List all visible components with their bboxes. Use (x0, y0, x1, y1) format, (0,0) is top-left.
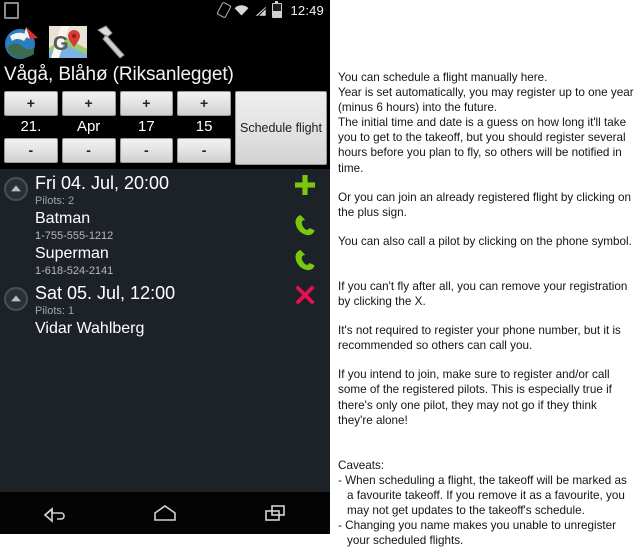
flight-group-header[interactable]: Sat 05. Jul, 12:00 Pilots: 1 (0, 279, 330, 319)
status-bar-clock: 12:49 (290, 2, 324, 18)
note-paragraph-schedule: You can schedule a flight manually here.… (338, 71, 634, 175)
pilot-name: Superman (35, 245, 109, 262)
caveat-item: - When scheduling a flight, the takeoff … (338, 473, 627, 517)
minute-stepper: + 15 - (177, 91, 231, 163)
pilot-phone: 1-618-524-2141 (35, 265, 114, 277)
call-icon[interactable] (292, 247, 318, 273)
datetime-steppers: + 21. - + Apr - + 17 - + 15 - (4, 91, 231, 163)
description-panel: You can schedule a flight manually here.… (330, 0, 640, 547)
pilot-row[interactable]: Batman 1-755-555-1212 (0, 209, 330, 244)
status-bar-left (4, 1, 19, 19)
home-icon[interactable] (142, 497, 188, 529)
minute-value: 15 (195, 118, 213, 135)
collapse-toggle-icon[interactable] (4, 177, 28, 201)
month-stepper: + Apr - (61, 91, 116, 163)
note-paragraph-phone-optional: It's not required to register your phone… (338, 324, 621, 353)
android-nav-bar (0, 491, 330, 534)
hammer-tools-icon[interactable] (92, 22, 134, 62)
note-paragraph-join: Or you can join an already registered fl… (338, 190, 631, 219)
paraglider-globe-icon[interactable] (2, 22, 44, 62)
status-bar: 12:49 (0, 0, 330, 20)
add-me-icon[interactable] (292, 172, 318, 198)
takeoff-title: Vågå, Blåhø (Riksanlegget) (4, 64, 234, 85)
schedule-controls: + 21. - + Apr - + 17 - + 15 - Schedule f… (0, 89, 330, 169)
rotation-lock-icon (216, 1, 233, 19)
pilot-name: Batman (35, 210, 91, 227)
hour-stepper: + 17 - (119, 91, 174, 163)
flight-group-text: Fri 04. Jul, 20:00 Pilots: 2 (35, 173, 169, 208)
call-icon[interactable] (292, 212, 318, 238)
signal-bars-icon (254, 4, 267, 17)
hour-value: 17 (138, 118, 155, 135)
android-phone-panel: 12:49 G Vågå, Blåhø (Riksanlegget) + 21.… (0, 0, 330, 534)
pilot-name: Vidar Wahlberg (35, 320, 145, 337)
collapse-toggle-icon[interactable] (4, 287, 28, 311)
svg-text:G: G (53, 33, 69, 55)
minute-decrement-button[interactable]: - (177, 138, 231, 163)
caveats-title: Caveats: (338, 458, 385, 472)
flight-group-header[interactable]: Fri 04. Jul, 20:00 Pilots: 2 (0, 169, 330, 209)
flight-group-text: Sat 05. Jul, 12:00 Pilots: 1 (35, 283, 175, 318)
hour-decrement-button[interactable]: - (119, 138, 174, 163)
google-maps-icon[interactable]: G (47, 22, 89, 62)
wifi-icon (234, 4, 249, 16)
app-icon-row: G (0, 20, 330, 64)
recent-apps-icon[interactable] (252, 497, 298, 529)
flight-date: Sat 05. Jul, 12:00 (35, 283, 176, 303)
flight-date: Fri 04. Jul, 20:00 (35, 173, 170, 193)
remove-me-icon[interactable] (292, 282, 318, 308)
status-bar-right: 12:49 (216, 0, 324, 19)
day-value: 21. (20, 118, 42, 135)
note-paragraph-remove: If you can't fly after all, you can remo… (338, 279, 628, 309)
note-paragraph-call: You can also call a pilot by clicking on… (338, 234, 632, 248)
pilot-row[interactable]: Vidar Wahlberg (0, 319, 330, 342)
day-stepper: + 21. - (4, 91, 58, 163)
pilot-count: Pilots: 1 (35, 305, 75, 317)
note-paragraph-encourage: If you intend to join, make sure to regi… (338, 368, 612, 427)
flight-group: Sat 05. Jul, 12:00 Pilots: 1 Vidar Wahlb… (0, 279, 330, 342)
notes-spacer (338, 428, 634, 458)
back-icon[interactable] (32, 497, 78, 529)
pilot-phone: 1-755-555-1212 (35, 230, 114, 242)
schedule-flight-button[interactable]: Schedule flight (235, 91, 327, 165)
pilot-row[interactable]: Superman 1-618-524-2141 (0, 244, 330, 279)
pilot-count: Pilots: 2 (35, 195, 75, 207)
sim-card-icon (4, 1, 19, 19)
flight-group: Fri 04. Jul, 20:00 Pilots: 2 Batman 1-75… (0, 169, 330, 279)
flight-list[interactable]: Fri 04. Jul, 20:00 Pilots: 2 Batman 1-75… (0, 169, 330, 491)
month-decrement-button[interactable]: - (61, 138, 116, 163)
day-increment-button[interactable]: + (4, 91, 58, 116)
screenshot-root: 12:49 G Vågå, Blåhø (Riksanlegget) + 21.… (0, 0, 640, 547)
battery-icon (272, 0, 283, 18)
hour-increment-button[interactable]: + (119, 91, 174, 116)
caveat-item: - Changing you name makes you unable to … (338, 519, 617, 548)
month-value: Apr (76, 118, 101, 135)
minute-increment-button[interactable]: + (177, 91, 231, 116)
day-decrement-button[interactable]: - (4, 138, 58, 163)
month-increment-button[interactable]: + (61, 91, 116, 116)
notes-spacer (338, 249, 634, 279)
